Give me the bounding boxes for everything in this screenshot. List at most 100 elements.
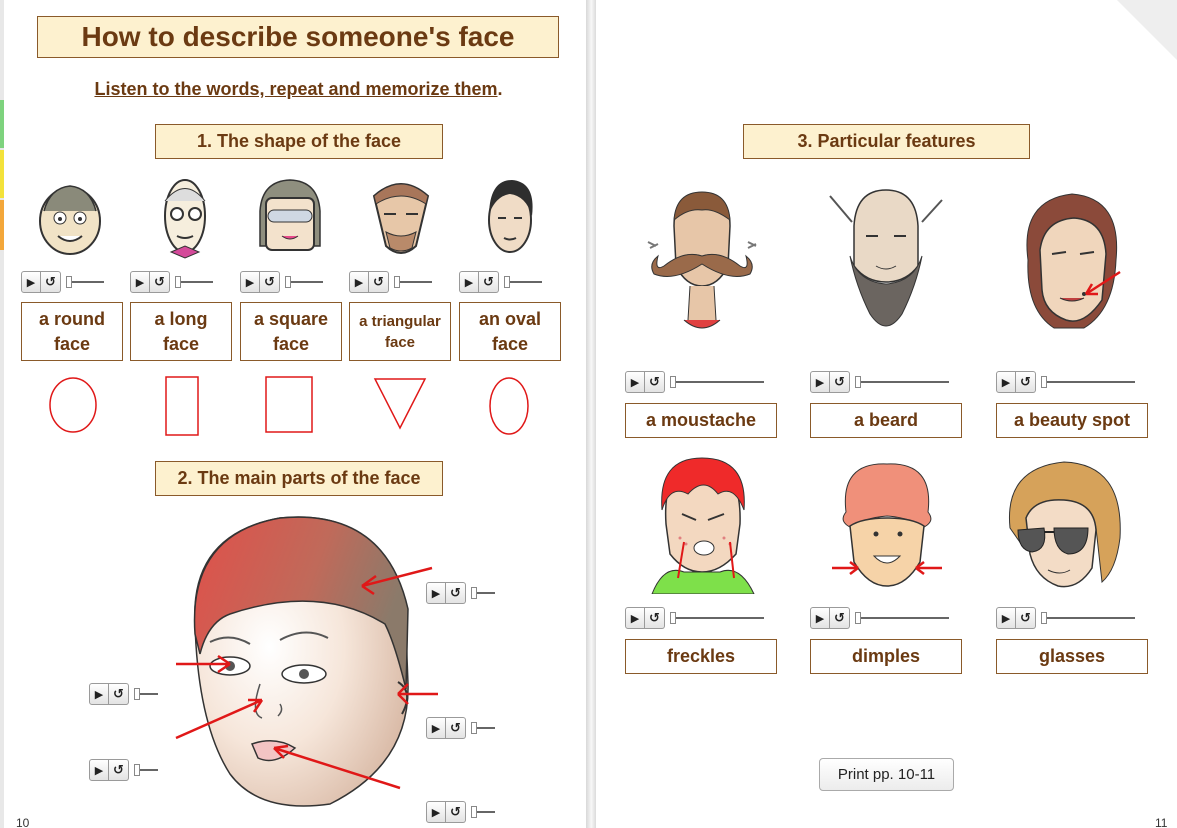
pointer-arrows [175, 566, 438, 790]
label-line: face [384, 333, 416, 351]
replay-icon[interactable]: ↺ [109, 683, 129, 705]
play-icon[interactable]: ▶ [349, 271, 369, 293]
label-line: face [53, 333, 91, 354]
audio-player-long: ▶ ↺ [130, 271, 213, 293]
section-shape-heading: 1. The shape of the face [155, 124, 443, 159]
audio-slider[interactable] [471, 722, 495, 734]
label-moustache[interactable]: a moustache [625, 403, 777, 438]
audio-player-nose: ▶ ↺ [89, 759, 158, 781]
label-line: a square [253, 308, 329, 329]
page-title: How to describe someone's face [37, 16, 559, 58]
instruction-link[interactable]: Listen to the words, repeat and memorize… [94, 79, 497, 99]
label-line: face [491, 333, 529, 354]
play-icon[interactable]: ▶ [810, 607, 830, 629]
label-square-face[interactable]: a square face [240, 302, 342, 361]
label-dimples[interactable]: dimples [810, 639, 962, 674]
audio-slider[interactable] [471, 806, 495, 818]
label-triangular-face[interactable]: a triangular face [349, 302, 451, 361]
label-long-face[interactable]: a long face [130, 302, 232, 361]
triangle-shape [373, 378, 427, 430]
audio-player-hair: ▶ ↺ [426, 582, 495, 604]
audio-slider[interactable] [471, 587, 495, 599]
audio-slider[interactable] [670, 376, 764, 388]
audio-slider[interactable] [1041, 376, 1135, 388]
audio-slider[interactable] [504, 276, 542, 288]
replay-icon[interactable]: ↺ [446, 582, 466, 604]
circle-shape [49, 377, 97, 433]
label-round-face[interactable]: a round face [21, 302, 123, 361]
play-icon[interactable]: ▶ [89, 759, 109, 781]
play-icon[interactable]: ▶ [459, 271, 479, 293]
replay-icon[interactable]: ↺ [645, 371, 665, 393]
page-number-left: 10 [16, 816, 30, 828]
label-glasses[interactable]: glasses [996, 639, 1148, 674]
rectangle-shape [165, 376, 199, 436]
page-number-right: 11 [1155, 816, 1168, 828]
audio-player-square: ▶ ↺ [240, 271, 323, 293]
audio-slider[interactable] [285, 276, 323, 288]
replay-icon[interactable]: ↺ [41, 271, 61, 293]
audio-slider[interactable] [394, 276, 432, 288]
replay-icon[interactable]: ↺ [1016, 371, 1036, 393]
replay-icon[interactable]: ↺ [369, 271, 389, 293]
beauty-spot-illustration [1026, 193, 1121, 329]
play-icon[interactable]: ▶ [240, 271, 260, 293]
label-freckles[interactable]: freckles [625, 639, 777, 674]
label-oval-face[interactable]: an oval face [459, 302, 561, 361]
page-corner[interactable] [1117, 0, 1177, 60]
triangular-face-illustration [372, 183, 430, 254]
play-icon[interactable]: ▶ [21, 271, 41, 293]
play-icon[interactable]: ▶ [426, 801, 446, 823]
beard-illustration [829, 189, 943, 327]
glasses-illustration [1008, 461, 1121, 588]
replay-icon[interactable]: ↺ [645, 607, 665, 629]
replay-icon[interactable]: ↺ [830, 607, 850, 629]
section-features-heading: 3. Particular features [743, 124, 1030, 159]
play-icon[interactable]: ▶ [426, 582, 446, 604]
play-icon[interactable]: ▶ [996, 371, 1016, 393]
audio-slider[interactable] [855, 612, 949, 624]
audio-slider[interactable] [1041, 612, 1135, 624]
audio-slider[interactable] [175, 276, 213, 288]
play-icon[interactable]: ▶ [996, 607, 1016, 629]
long-face-illustration [164, 179, 206, 259]
audio-player-mouth: ▶ ↺ [426, 801, 495, 823]
audio-player-dimples: ▶ ↺ [810, 607, 949, 629]
audio-slider[interactable] [134, 688, 158, 700]
play-icon[interactable]: ▶ [426, 717, 446, 739]
play-icon[interactable]: ▶ [89, 683, 109, 705]
audio-slider[interactable] [134, 764, 158, 776]
replay-icon[interactable]: ↺ [260, 271, 280, 293]
replay-icon[interactable]: ↺ [479, 271, 499, 293]
square-face-illustration [259, 179, 321, 251]
replay-icon[interactable]: ↺ [446, 717, 466, 739]
audio-player-beard: ▶ ↺ [810, 371, 949, 393]
label-beard[interactable]: a beard [810, 403, 962, 438]
audio-player-eye: ▶ ↺ [89, 683, 158, 705]
print-button[interactable]: Print pp. 10-11 [819, 758, 954, 791]
play-icon[interactable]: ▶ [810, 371, 830, 393]
replay-icon[interactable]: ↺ [150, 271, 170, 293]
audio-slider[interactable] [670, 612, 764, 624]
instruction-period: . [497, 79, 503, 99]
moustache-illustration [647, 191, 757, 329]
play-icon[interactable]: ▶ [625, 607, 645, 629]
replay-icon[interactable]: ↺ [1016, 607, 1036, 629]
audio-player-oval: ▶ ↺ [459, 271, 542, 293]
audio-player-triangular: ▶ ↺ [349, 271, 432, 293]
replay-icon[interactable]: ↺ [830, 371, 850, 393]
play-icon[interactable]: ▶ [625, 371, 645, 393]
dimples-illustration [832, 463, 942, 587]
label-line: a long [154, 308, 208, 329]
replay-icon[interactable]: ↺ [446, 801, 466, 823]
audio-player-moustache: ▶ ↺ [625, 371, 764, 393]
replay-icon[interactable]: ↺ [109, 759, 129, 781]
play-icon[interactable]: ▶ [130, 271, 150, 293]
audio-player-ear: ▶ ↺ [426, 717, 495, 739]
freckles-illustration [651, 457, 755, 594]
label-beauty-spot[interactable]: a beauty spot [996, 403, 1148, 438]
label-line: a triangular [359, 312, 441, 330]
audio-slider[interactable] [66, 276, 104, 288]
audio-player-freckles: ▶ ↺ [625, 607, 764, 629]
audio-slider[interactable] [855, 376, 949, 388]
